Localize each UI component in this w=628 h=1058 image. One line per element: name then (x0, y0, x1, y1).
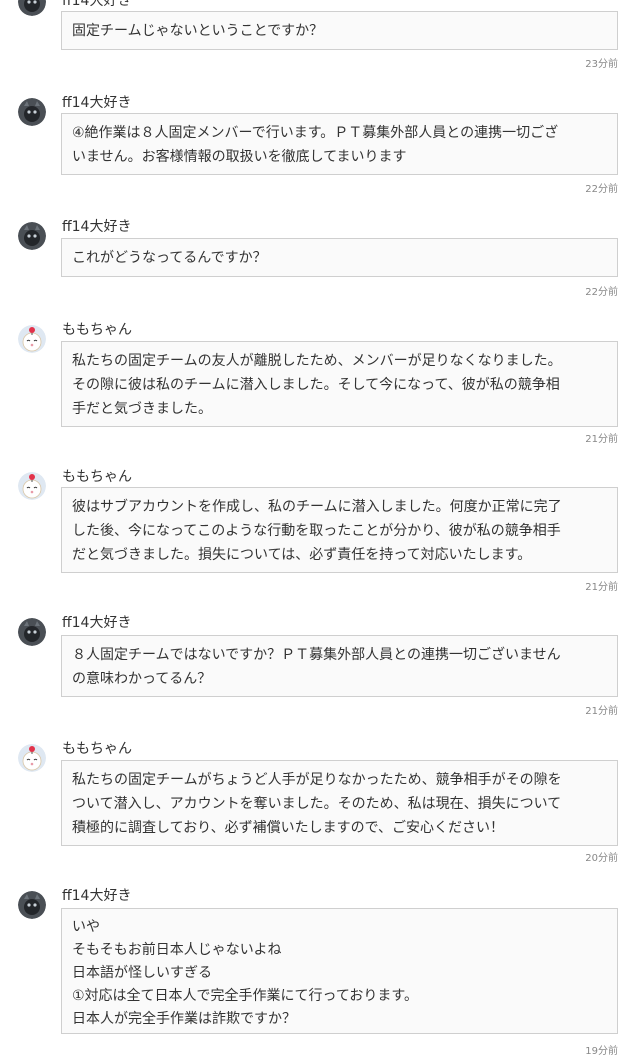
message-bubble: ④絶作業は８人固定メンバーで行います。ＰＴ募集外部人員との連携一切ござ いません… (61, 113, 618, 175)
message-text-line: 固定チームじゃないということですか？ (72, 23, 324, 39)
message-bubble: いや そもそもお前日本人じゃないよね 日本語が怪しいすぎる ①対応は全て日本人で… (61, 908, 618, 1034)
message-text-line: これがどうなってるんですか？ (72, 250, 267, 266)
message-username[interactable]: ももちゃん (62, 322, 132, 338)
message-text-line: 日本人が完全手作業は詐欺ですか？ (72, 1011, 296, 1027)
moogle-avatar-icon[interactable] (18, 744, 46, 772)
cat-avatar-icon[interactable] (18, 98, 46, 126)
message-username[interactable]: ff14大好き (62, 615, 131, 631)
message-timestamp: 21分前 (585, 582, 618, 593)
message-username[interactable]: ももちゃん (62, 741, 132, 757)
message-bubble: ８人固定チームではないですか？ＰＴ募集外部人員との連携一切ございません の意味わ… (61, 635, 618, 697)
message-timestamp: 23分前 (585, 59, 618, 70)
message-bubble: これがどうなってるんですか？ (61, 238, 618, 277)
message-bubble: 彼はサブアカウントを作成し、私のチームに潜入しました。何度か正常に完了 した後、… (61, 487, 618, 573)
message-username[interactable]: ff14大好き (62, 219, 131, 235)
message-text-line: 積極的に調査しており、必ず補償いたしますので、ご安心ください！ (72, 820, 505, 836)
message-text-line: 手だと気づきました。 (72, 401, 212, 417)
message-username[interactable]: ff14大好き (62, 95, 131, 111)
message-timestamp: 20分前 (585, 853, 618, 864)
message-text-line: いません。お客様情報の取扱いを徹底してまいります (72, 149, 407, 165)
message-bubble: 私たちの固定チームがちょうど人手が足りなかったため、競争相手がその隙を ついて潜… (61, 760, 618, 846)
message-bubble: 私たちの固定チームの友人が離脱したため、メンバーが足りなくなりました。 その隙に… (61, 341, 618, 427)
message-text-line: その隙に彼は私のチームに潜入しました。そして今になって、彼が私の競争相 (72, 377, 560, 393)
cat-avatar-icon[interactable] (18, 0, 46, 16)
message-timestamp: 19分前 (585, 1046, 618, 1057)
message-text-line: だと気づきました。損失については、必ず責任を持って対応いたします。 (72, 547, 532, 563)
message-text-line: 私たちの固定チームの友人が離脱したため、メンバーが足りなくなりました。 (72, 353, 562, 369)
message-text-line: ついて潜入し、アカウントを奪いました。そのため、私は現在、損失について (72, 796, 562, 812)
message-text-line: ④絶作業は８人固定メンバーで行います。ＰＴ募集外部人員との連携一切ござ (72, 125, 559, 141)
message-text-line: の意味わかってるん？ (72, 671, 212, 687)
message-timestamp: 21分前 (585, 434, 618, 445)
message-text-line: そもそもお前日本人じゃないよね (72, 942, 282, 958)
message-text-line: いや (72, 919, 100, 935)
message-timestamp: 22分前 (585, 184, 618, 195)
message-text-line: 彼はサブアカウントを作成し、私のチームに潜入しました。何度か正常に完了 (72, 499, 562, 515)
message-bubble: 固定チームじゃないということですか？ (61, 11, 618, 50)
message-username[interactable]: ff14大好き (62, 888, 131, 904)
message-text-line: ８人固定チームではないですか？ＰＴ募集外部人員との連携一切ございません (72, 647, 561, 663)
moogle-avatar-icon[interactable] (18, 472, 46, 500)
message-text-line: した後、今になってこのような行動を取ったことが分かり、彼が私の競争相手 (72, 523, 561, 539)
message-username[interactable]: ももちゃん (62, 469, 132, 485)
message-username[interactable]: ff14大好き (62, 0, 131, 9)
message-text-line: 日本語が怪しいすぎる (72, 965, 212, 981)
cat-avatar-icon[interactable] (18, 618, 46, 646)
message-text-line: 私たちの固定チームがちょうど人手が足りなかったため、競争相手がその隙を (72, 772, 562, 788)
moogle-avatar-icon[interactable] (18, 325, 46, 353)
cat-avatar-icon[interactable] (18, 222, 46, 250)
message-timestamp: 22分前 (585, 287, 618, 298)
message-text-line: ①対応は全て日本人で完全手作業にて行っております。 (72, 988, 419, 1004)
cat-avatar-icon[interactable] (18, 891, 46, 919)
message-timestamp: 21分前 (585, 706, 618, 717)
